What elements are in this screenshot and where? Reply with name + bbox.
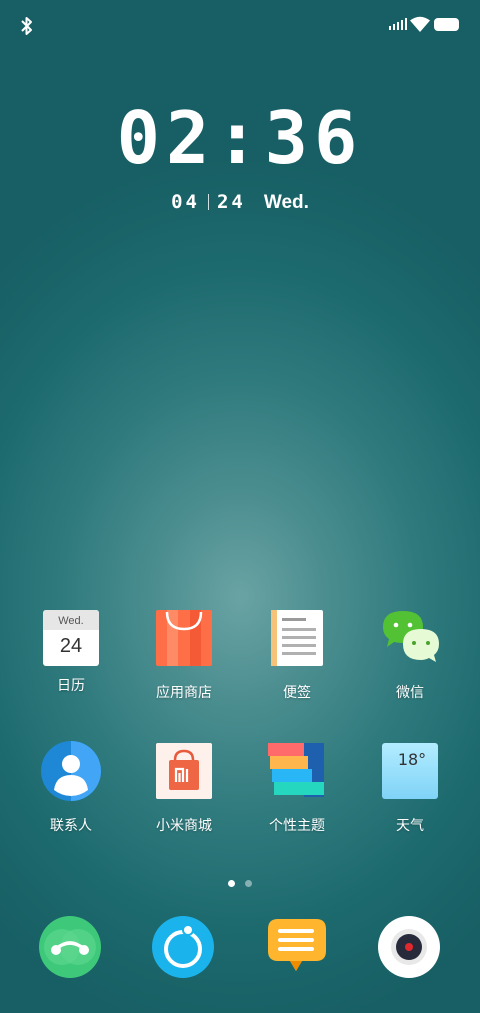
app-label: 天气: [396, 818, 424, 834]
app-label: 小米商城: [156, 818, 212, 834]
status-bar: [0, 0, 480, 52]
bluetooth-icon: [21, 17, 32, 35]
clock-widget[interactable]: 02:36: [0, 98, 480, 178]
app-wechat[interactable]: 微信: [355, 607, 465, 702]
app-weather[interactable]: 18° 天气: [355, 740, 465, 835]
app-label: 应用商店: [156, 685, 212, 701]
date-line: 04 24 Wed.: [0, 188, 480, 217]
calendar-icon-weekday: Wed.: [43, 610, 99, 630]
app-label: 联系人: [50, 818, 92, 834]
date-month: 04: [171, 191, 200, 213]
mi-store-icon: [156, 743, 212, 799]
phone-icon[interactable]: [38, 915, 102, 979]
weather-temp: 18°: [398, 750, 426, 769]
camera-icon[interactable]: [377, 915, 441, 979]
signal-icon: [389, 18, 407, 30]
notes-icon: [271, 610, 323, 666]
page-dot-active[interactable]: [228, 880, 235, 887]
calendar-icon: Wed. 24: [43, 610, 99, 666]
app-label: 便签: [283, 685, 311, 701]
wechat-icon: [383, 611, 439, 662]
dock: [0, 915, 480, 985]
messages-icon[interactable]: [264, 915, 328, 979]
date-weekday: Wed.: [263, 192, 309, 213]
date-separator: [207, 194, 209, 210]
app-app-store[interactable]: 应用商店: [129, 607, 239, 702]
app-label: 微信: [396, 685, 424, 701]
wifi-icon: [410, 16, 430, 32]
app-themes[interactable]: 个性主题: [242, 740, 352, 835]
app-notes[interactable]: 便签: [242, 607, 352, 702]
calendar-icon-day: 24: [59, 635, 83, 657]
themes-icon: [268, 743, 324, 797]
app-store-icon: [156, 610, 212, 666]
clock-time: 02:36: [116, 96, 364, 180]
app-mi-store[interactable]: 小米商城: [129, 740, 239, 835]
browser-icon[interactable]: [151, 915, 215, 979]
page-dot[interactable]: [245, 880, 252, 887]
app-label: 个性主题: [269, 818, 325, 834]
app-contacts[interactable]: 联系人: [16, 740, 126, 835]
contacts-icon: [41, 741, 101, 801]
page-indicator[interactable]: [0, 872, 480, 891]
battery-icon: [434, 18, 459, 31]
app-label: 日历: [57, 678, 85, 694]
app-calendar[interactable]: Wed. 24 日历: [16, 607, 126, 695]
date-day: 24: [216, 191, 246, 213]
weather-icon: 18°: [382, 743, 438, 799]
